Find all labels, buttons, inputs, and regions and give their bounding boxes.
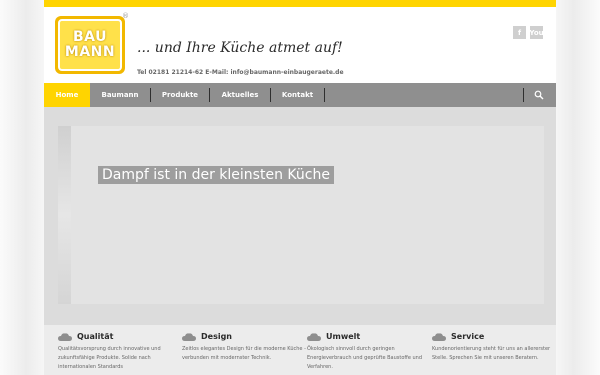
- cloud-icon: [182, 332, 196, 341]
- background-smoke-left: [0, 0, 44, 375]
- cloud-icon: [432, 332, 446, 341]
- nav-separator: [324, 88, 325, 102]
- page-frame: BAU MANN ® ... und Ihre Küche atmet auf!…: [44, 0, 556, 375]
- nav-item-home[interactable]: Home: [44, 83, 90, 107]
- feature-text: Qualitätsvorsprung durch innovative und …: [58, 346, 161, 370]
- hero-section: Dampf ist in der kleinsten Küche: [44, 107, 556, 325]
- feature-design: Design Zeitlos elegantes Design für die …: [182, 332, 307, 363]
- tagline: ... und Ihre Küche atmet auf!: [137, 40, 343, 56]
- feature-text: Zeitlos elegantes Design für die moderne…: [182, 346, 306, 361]
- feature-text: Kundenorientierung steht für uns an alle…: [432, 346, 551, 361]
- youtube-icon[interactable]: You: [529, 26, 544, 39]
- hero-image-edge: [58, 126, 71, 304]
- nav-item-baumann[interactable]: Baumann: [90, 83, 150, 107]
- logo-badge: BAU MANN: [58, 19, 122, 71]
- facebook-icon[interactable]: f: [513, 26, 526, 39]
- hero-title: Dampf ist in der kleinsten Küche: [98, 166, 334, 184]
- feature-title: Umwelt: [326, 332, 361, 341]
- baumann-logo[interactable]: BAU MANN: [55, 16, 125, 74]
- contact-info: Tel 02181 21214-62 E-Mail: info@baumann-…: [137, 69, 344, 76]
- hero-image: [58, 126, 544, 304]
- nav-item-aktuelles[interactable]: Aktuelles: [210, 83, 270, 107]
- main-nav: Home Baumann Produkte Aktuelles Kontakt: [44, 83, 556, 107]
- background-smoke-right: [556, 0, 600, 375]
- logo-text-line2: MANN: [64, 44, 116, 60]
- nav-item-produkte[interactable]: Produkte: [151, 83, 209, 107]
- registered-mark: ®: [122, 12, 129, 20]
- feature-service: Service Kundenorientierung steht für uns…: [432, 332, 557, 363]
- nav-item-kontakt[interactable]: Kontakt: [271, 83, 324, 107]
- feature-title: Service: [451, 332, 485, 341]
- cloud-icon: [58, 332, 72, 341]
- feature-quality: Qualität Qualitätsvorsprung durch innova…: [58, 332, 183, 372]
- feature-title: Design: [201, 332, 232, 341]
- feature-environment: Umwelt Ökologisch sinnvoll durch geringe…: [307, 332, 432, 372]
- logo-text-line1: BAU: [73, 29, 107, 45]
- feature-title: Qualität: [77, 332, 114, 341]
- nav-separator: [523, 88, 524, 102]
- search-icon[interactable]: [534, 90, 544, 100]
- cloud-icon: [307, 332, 321, 341]
- top-accent-bar: [44, 0, 556, 7]
- features-row: Qualität Qualitätsvorsprung durch innova…: [44, 325, 556, 375]
- feature-text: Ökologisch sinnvoll durch geringen Energ…: [307, 346, 423, 370]
